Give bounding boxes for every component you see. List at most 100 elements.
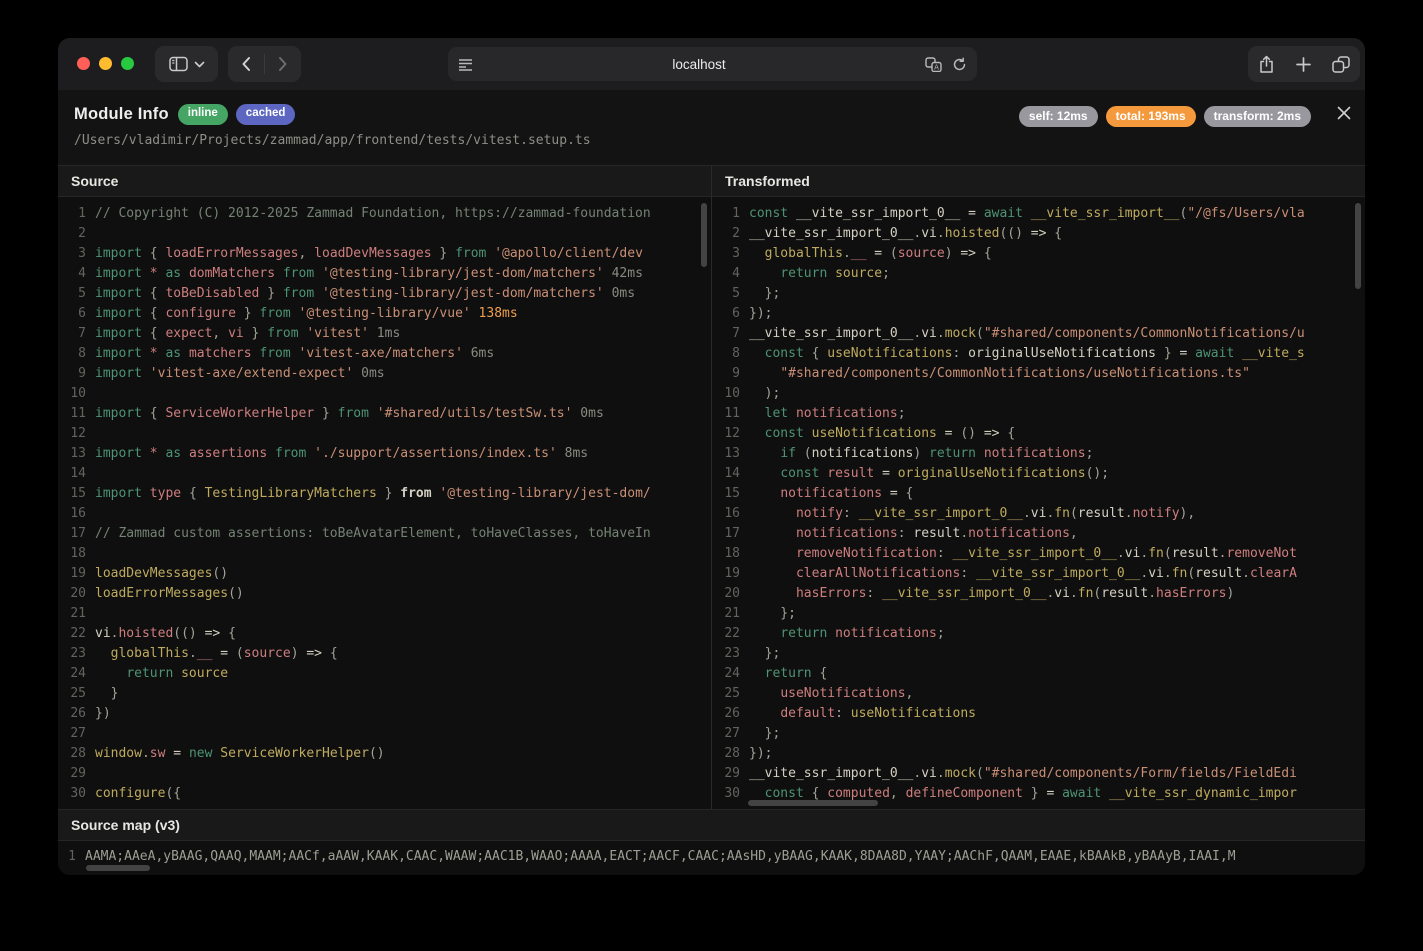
source-vertical-scrollbar[interactable] [701, 203, 707, 267]
source-panel: Source 1// Copyright (C) 2012-2025 Zamma… [58, 166, 712, 809]
code-line: 20 hasErrors: __vite_ssr_import_0__.vi.f… [712, 584, 1365, 604]
module-info-header: Module Info inlinecached self: 12ms total… [58, 90, 1365, 165]
chevron-down-icon [194, 61, 205, 68]
code-line: 30configure({ [58, 784, 711, 804]
code-line: 3 globalThis.__ = (source) => { [712, 244, 1365, 264]
sidebar-icon [169, 56, 188, 72]
code-line: 7__vite_ssr_import_0__.vi.mock("#shared/… [712, 324, 1365, 344]
badge-transform-time: transform: 2ms [1204, 106, 1311, 127]
share-icon [1258, 55, 1275, 74]
code-line: 10 [58, 384, 711, 404]
toolbar-right-buttons [1248, 46, 1360, 82]
code-line: 24 return { [712, 664, 1365, 684]
back-button[interactable] [228, 56, 264, 72]
code-line: 13import * as assertions from './support… [58, 444, 711, 464]
code-line: 4import * as domMatchers from '@testing-… [58, 264, 711, 284]
code-line: 5import { toBeDisabled } from '@testing-… [58, 284, 711, 304]
back-icon [241, 56, 251, 72]
code-line: 16 [58, 504, 711, 524]
transformed-code-area[interactable]: 1const __vite_ssr_import_0__ = await __v… [712, 197, 1365, 809]
code-line: 8import * as matchers from 'vitest-axe/m… [58, 344, 711, 364]
nav-buttons [228, 46, 301, 82]
code-line: 8 const { useNotifications: originalUseN… [712, 344, 1365, 364]
code-line: 9import 'vitest-axe/extend-expect' 0ms [58, 364, 711, 384]
code-line: 27 [58, 724, 711, 744]
code-line: 2 [58, 224, 711, 244]
code-line: 23 }; [712, 644, 1365, 664]
code-line: 11import { ServiceWorkerHelper } from '#… [58, 404, 711, 424]
code-line: 10 ); [712, 384, 1365, 404]
transformed-panel-title: Transformed [712, 166, 1365, 197]
code-line: 12 [58, 424, 711, 444]
code-line: 20loadErrorMessages() [58, 584, 711, 604]
code-line: 15 notifications = { [712, 484, 1365, 504]
code-line: 28}); [712, 744, 1365, 764]
code-line: 22 return notifications; [712, 624, 1365, 644]
code-line: 15import type { TestingLibraryMatchers }… [58, 484, 711, 504]
minimize-window-button[interactable] [99, 57, 112, 70]
sidebar-toggle-button[interactable] [155, 46, 218, 82]
timing-badges: self: 12ms total: 193ms transform: 2ms [1019, 106, 1311, 127]
code-line: 17// Zammad custom assertions: toBeAvata… [58, 524, 711, 544]
code-line: 23 globalThis.__ = (source) => { [58, 644, 711, 664]
badge-inline: inline [178, 104, 228, 125]
tabs-overview-button[interactable] [1332, 56, 1350, 73]
code-line: 24 return source [58, 664, 711, 684]
code-line: 18 [58, 544, 711, 564]
code-panels: Source 1// Copyright (C) 2012-2025 Zamma… [58, 165, 1365, 809]
tabs-overview-icon [1332, 56, 1350, 73]
transformed-vertical-scrollbar[interactable] [1355, 203, 1361, 289]
code-line: 14 [58, 464, 711, 484]
code-line: 22vi.hoisted(() => { [58, 624, 711, 644]
close-button[interactable] [1336, 105, 1352, 121]
sourcemap-content: AAMA;AAeA,yBAAG,QAAQ,MAAM;AACf,aAAW,KAAK… [85, 849, 1236, 864]
transformed-horizontal-scrollbar[interactable] [748, 800, 878, 806]
badge-total-time: total: 193ms [1106, 106, 1196, 127]
code-line: 7import { expect, vi } from 'vitest' 1ms [58, 324, 711, 344]
badge-self-time: self: 12ms [1019, 106, 1098, 127]
sourcemap-horizontal-scrollbar[interactable] [86, 865, 150, 871]
reader-icon[interactable] [458, 58, 473, 71]
code-line: 29__vite_ssr_import_0__.vi.mock("#shared… [712, 764, 1365, 784]
sourcemap-line-number: 1 [58, 847, 76, 867]
forward-icon [278, 56, 288, 72]
reload-icon[interactable] [952, 57, 967, 72]
close-icon [1336, 105, 1352, 121]
share-button[interactable] [1258, 55, 1275, 74]
code-line: 16 notify: __vite_ssr_import_0__.vi.fn(r… [712, 504, 1365, 524]
url-text: localhost [473, 57, 925, 72]
code-line: 26}) [58, 704, 711, 724]
code-line: 25 useNotifications, [712, 684, 1365, 704]
close-window-button[interactable] [77, 57, 90, 70]
page-title: Module Info [74, 105, 169, 124]
browser-titlebar: localhost A [58, 38, 1365, 90]
code-line: 5 }; [712, 284, 1365, 304]
code-line: 21 }; [712, 604, 1365, 624]
code-line: 4 return source; [712, 264, 1365, 284]
code-line: 25 } [58, 684, 711, 704]
source-code-area[interactable]: 1// Copyright (C) 2012-2025 Zammad Found… [58, 197, 711, 809]
code-line: 2__vite_ssr_import_0__.vi.hoisted(() => … [712, 224, 1365, 244]
translate-icon[interactable]: A [925, 57, 942, 72]
code-line: 6import { configure } from '@testing-lib… [58, 304, 711, 324]
code-line: 14 const result = originalUseNotificatio… [712, 464, 1365, 484]
code-line: 27 }; [712, 724, 1365, 744]
sourcemap-line[interactable]: 1 AAMA;AAeA,yBAAG,QAAQ,MAAM;AACf,aAAW,KAA… [58, 841, 1365, 867]
code-line: 26 default: useNotifications [712, 704, 1365, 724]
sourcemap-section: Source map (v3) 1 AAMA;AAeA,yBAAG,QAAQ,MA… [58, 809, 1365, 875]
module-badges: inlinecached [178, 104, 296, 125]
code-line: 19loadDevMessages() [58, 564, 711, 584]
code-line: 11 let notifications; [712, 404, 1365, 424]
address-bar[interactable]: localhost A [448, 47, 977, 81]
new-tab-button[interactable] [1296, 57, 1311, 72]
code-line: 19 clearAllNotifications: __vite_ssr_imp… [712, 564, 1365, 584]
new-tab-icon [1296, 57, 1311, 72]
code-line: 13 if (notifications) return notificatio… [712, 444, 1365, 464]
code-line: 21 [58, 604, 711, 624]
module-file-path: /Users/vladimir/Projects/zammad/app/fron… [74, 133, 591, 148]
fullscreen-window-button[interactable] [121, 57, 134, 70]
code-line: 3import { loadErrorMessages, loadDevMess… [58, 244, 711, 264]
forward-button[interactable] [265, 56, 301, 72]
code-line: 18 removeNotification: __vite_ssr_import… [712, 544, 1365, 564]
sourcemap-title: Source map (v3) [58, 810, 1365, 841]
